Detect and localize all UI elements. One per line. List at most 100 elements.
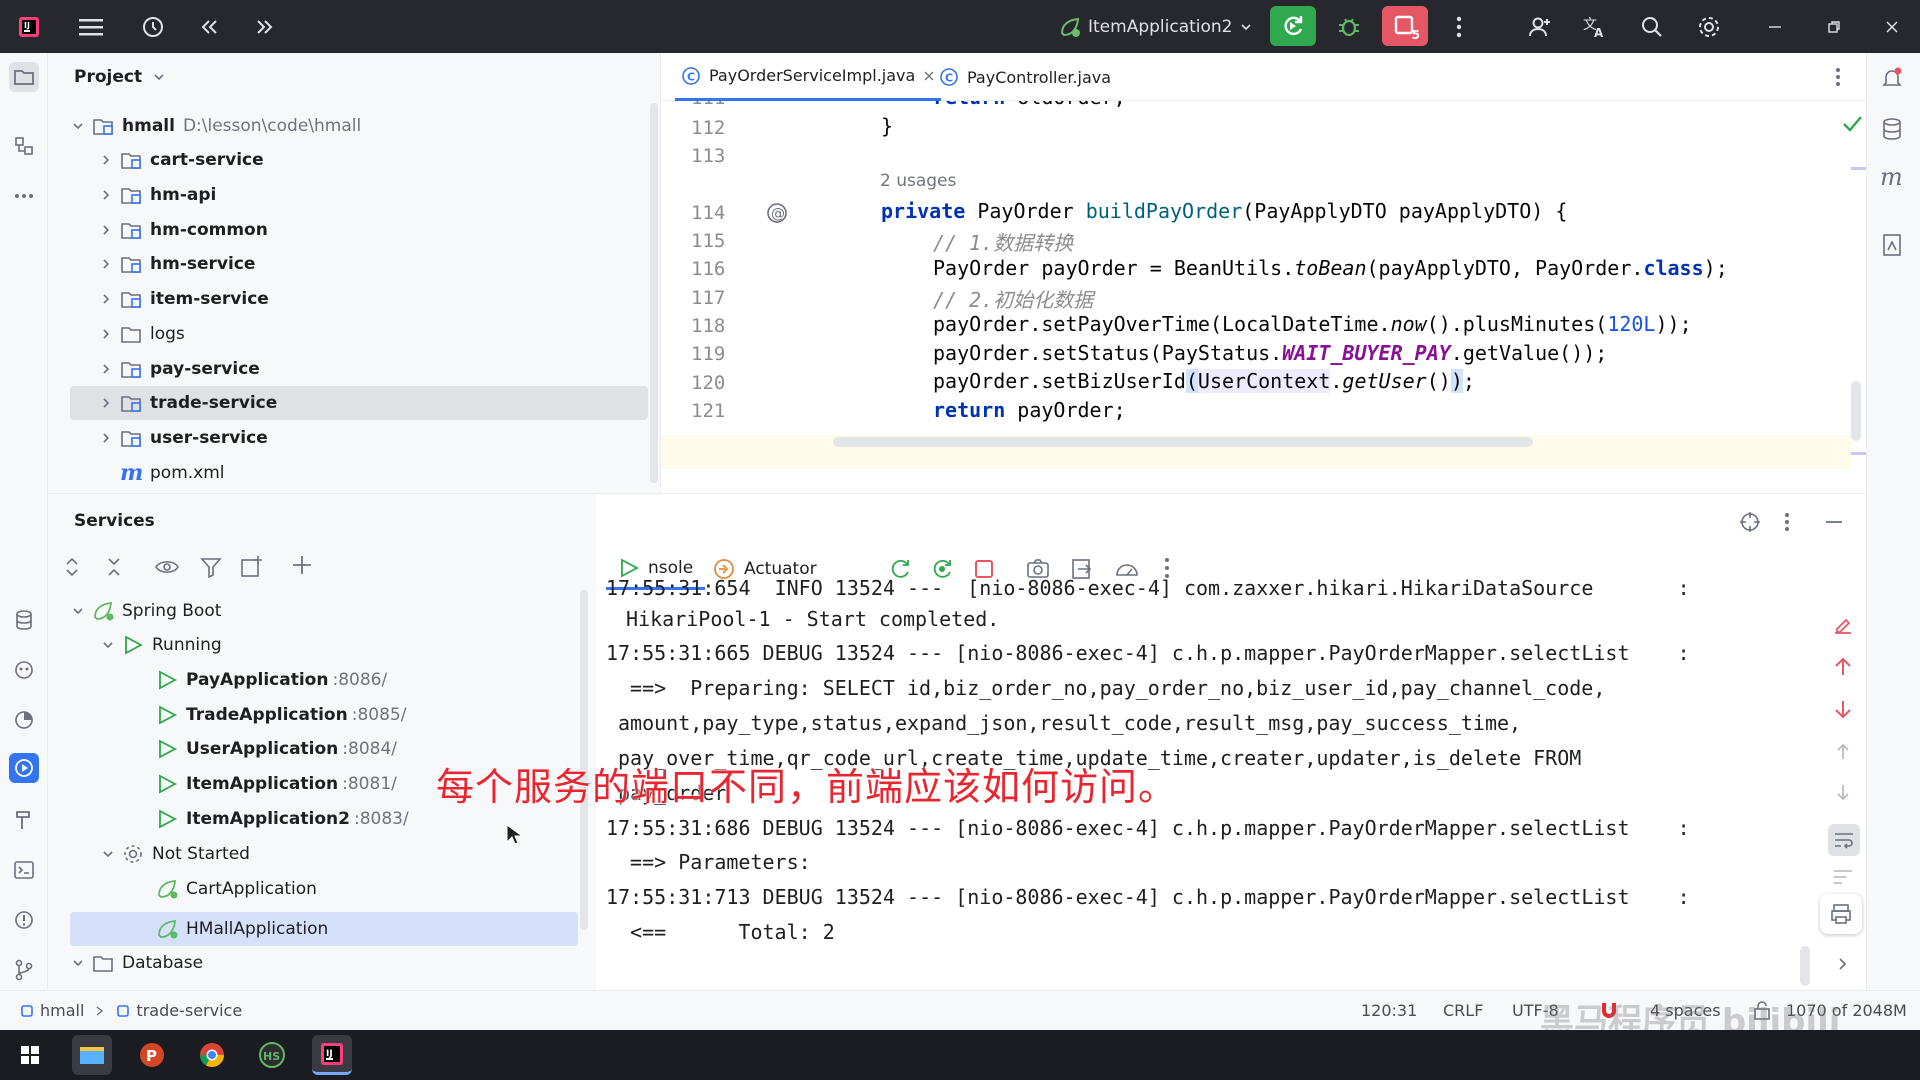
clear-console-icon[interactable] (1832, 614, 1854, 636)
chevron-down-icon[interactable] (68, 116, 88, 136)
close-tab-icon[interactable] (923, 70, 935, 82)
more-tools-icon[interactable] (9, 181, 39, 211)
override-gutter-icon[interactable]: @ (765, 201, 789, 225)
editor-content[interactable]: 111 112 113 114 115 116 117 118 119 120 … (661, 101, 1867, 493)
project-panel-header[interactable]: Project (74, 67, 166, 87)
editor-horizontal-scrollbar[interactable] (833, 437, 1533, 447)
minimize-window-icon[interactable] (1760, 12, 1790, 42)
plugins-icon[interactable] (9, 655, 39, 685)
app-port[interactable]: :8085/ (352, 705, 407, 725)
terminal-icon[interactable] (9, 855, 39, 885)
intellij-taskbar-icon[interactable]: IJ (312, 1035, 352, 1075)
tree-item[interactable]: logs (96, 317, 185, 351)
problems-icon[interactable] (9, 905, 39, 935)
profiler-icon[interactable] (9, 705, 39, 735)
tree-item[interactable]: hm-service (96, 247, 255, 281)
tab-paycontroller[interactable]: C PayController.java (939, 53, 1111, 101)
tree-item[interactable]: pay-service (96, 352, 260, 386)
services-options-icon[interactable] (1784, 512, 1790, 532)
file-explorer-icon[interactable] (72, 1035, 112, 1075)
settings-gear-icon[interactable] (1694, 12, 1724, 42)
app-port[interactable]: :8086/ (332, 670, 387, 690)
error-stripe-mark[interactable] (1851, 167, 1867, 170)
more-actions-icon[interactable] (1444, 12, 1474, 42)
main-menu-icon[interactable] (76, 12, 106, 42)
running-app-item[interactable]: ItemApplication :8081/ (152, 767, 397, 801)
tree-root-hmall[interactable]: hmall D:\lesson\code\hmall (68, 109, 361, 143)
maven-icon[interactable]: m (1880, 163, 1903, 191)
tab-options-icon[interactable] (1835, 67, 1841, 87)
tree-not-started-group[interactable]: Not Started (98, 837, 250, 871)
database-icon[interactable] (1881, 117, 1903, 141)
new-tab-icon[interactable] (240, 554, 264, 578)
tree-item[interactable]: user-service (96, 421, 268, 455)
add-user-icon[interactable] (1525, 12, 1555, 42)
caret-position[interactable]: 120:31 (1361, 1001, 1417, 1020)
locate-crosshair-icon[interactable] (1738, 510, 1762, 534)
scroll-to-end-icon[interactable] (1832, 866, 1854, 888)
tree-item[interactable]: m pom.xml (96, 456, 225, 490)
app-port[interactable]: :8083/ (354, 809, 409, 829)
app-port[interactable]: :8084/ (342, 739, 397, 759)
close-window-icon[interactable] (1877, 12, 1907, 42)
chevron-right-icon[interactable] (96, 150, 116, 170)
hbuilder-icon[interactable]: HS (252, 1035, 292, 1075)
database-icon[interactable] (9, 605, 39, 635)
print-icon[interactable] (1820, 894, 1862, 934)
tree-item-selected[interactable]: trade-service (96, 386, 277, 420)
editor-vertical-scrollbar[interactable] (1851, 381, 1861, 441)
intellij-logo-icon[interactable]: IJ (14, 12, 44, 42)
scroll-down-arrow-icon[interactable] (1832, 698, 1854, 720)
breadcrumb[interactable]: hmall trade-service (20, 1001, 242, 1020)
console-scrollbar[interactable] (1800, 946, 1810, 986)
navigate-back-icon[interactable] (194, 12, 224, 42)
running-app-item[interactable]: ItemApplication2 :8083/ (152, 802, 409, 836)
windows-start-icon[interactable] (10, 1035, 50, 1075)
tree-database-group[interactable]: Database (68, 946, 203, 980)
stopped-app-item-selected[interactable]: HMallApplication (152, 912, 328, 946)
previous-occurrence-icon[interactable] (1832, 740, 1854, 762)
chevron-right-icon[interactable] (96, 220, 116, 240)
tab-payorderserviceimpl[interactable]: C PayOrderServiceImpl.java (675, 53, 942, 101)
debug-icon[interactable] (1326, 6, 1372, 46)
project-scrollbar[interactable] (650, 103, 658, 483)
chevron-down-icon[interactable] (98, 844, 118, 864)
running-app-item[interactable]: TradeApplication :8085/ (152, 698, 406, 732)
running-app-item[interactable]: UserApplication :8084/ (152, 732, 397, 766)
chevron-down-icon[interactable] (68, 601, 88, 621)
build-icon[interactable] (9, 805, 39, 835)
breadcrumb-root[interactable]: hmall (40, 1001, 84, 1020)
powerpoint-icon[interactable]: P (132, 1035, 172, 1075)
chevron-right-icon[interactable] (96, 359, 116, 379)
navigate-forward-icon[interactable] (250, 12, 280, 42)
error-stripe-mark[interactable] (1851, 452, 1867, 455)
recent-history-icon[interactable] (138, 12, 168, 42)
chevron-right-icon[interactable] (96, 289, 116, 309)
next-occurrence-icon[interactable] (1832, 782, 1854, 804)
run-configuration-selector[interactable]: ItemApplication2 (1058, 10, 1253, 44)
translate-icon[interactable]: 文A (1580, 12, 1610, 42)
chevron-right-icon[interactable] (96, 393, 116, 413)
chevron-down-icon[interactable] (98, 635, 118, 655)
line-separator[interactable]: CRLF (1443, 1001, 1483, 1020)
stop-button[interactable]: 5 (1382, 6, 1428, 46)
minimize-panel-icon[interactable] (1824, 512, 1844, 532)
stopped-app-item[interactable]: CartApplication (152, 872, 317, 906)
usages-hint[interactable]: 2 usages (880, 171, 956, 191)
tree-spring-boot[interactable]: Spring Boot (68, 594, 221, 628)
scroll-up-arrow-icon[interactable] (1832, 656, 1854, 678)
collapse-all-icon[interactable] (104, 556, 124, 578)
chevron-right-icon[interactable] (96, 324, 116, 344)
project-folder-icon[interactable] (9, 62, 39, 92)
tree-item[interactable]: hm-common (96, 213, 268, 247)
add-service-icon[interactable] (292, 554, 316, 578)
rerun-button[interactable] (1270, 6, 1316, 46)
tree-item[interactable]: item-service (96, 282, 269, 316)
tree-item[interactable]: hm-api (96, 178, 216, 212)
chevron-right-icon[interactable] (1836, 956, 1850, 972)
chevron-right-icon[interactable] (96, 428, 116, 448)
git-branch-icon[interactable] (9, 955, 39, 985)
tree-running-group[interactable]: Running (98, 628, 222, 662)
chevron-right-icon[interactable] (96, 185, 116, 205)
expand-all-icon[interactable] (62, 556, 82, 578)
